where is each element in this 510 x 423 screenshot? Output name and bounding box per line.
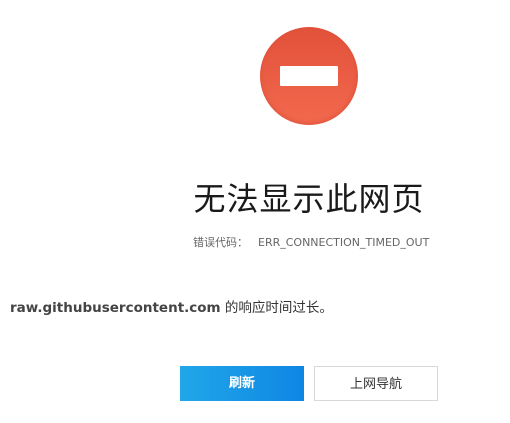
page-title: 无法显示此网页 bbox=[193, 180, 425, 218]
error-message-text: 的响应时间过长。 bbox=[220, 300, 333, 316]
error-code-label: 错误代码： bbox=[193, 236, 248, 249]
no-entry-bar bbox=[280, 66, 338, 86]
web-navigation-button[interactable]: 上网导航 bbox=[314, 366, 438, 401]
error-message: raw.githubusercontent.com 的响应时间过长。 bbox=[10, 296, 333, 316]
refresh-button[interactable]: 刷新 bbox=[180, 366, 304, 401]
error-page: 无法显示此网页 错误代码： ERR_CONNECTION_TIMED_OUT ra… bbox=[0, 0, 510, 423]
error-domain: raw.githubusercontent.com bbox=[10, 300, 221, 316]
error-code-value: ERR_CONNECTION_TIMED_OUT bbox=[258, 236, 430, 249]
no-entry-icon bbox=[260, 27, 358, 125]
error-code: 错误代码： ERR_CONNECTION_TIMED_OUT bbox=[193, 234, 429, 250]
